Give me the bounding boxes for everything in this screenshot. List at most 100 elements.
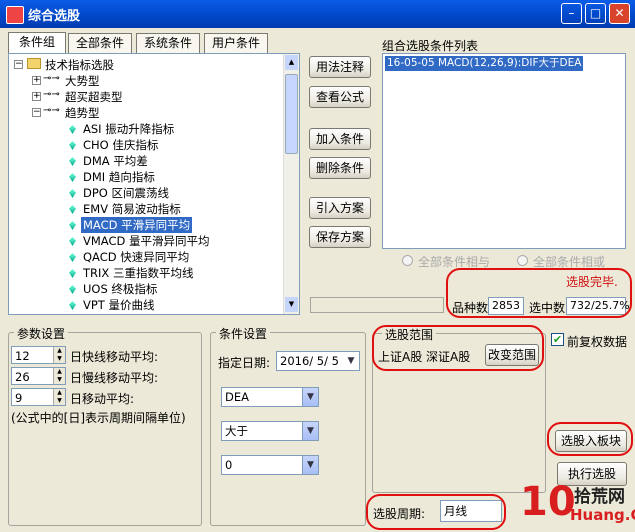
minimize-button[interactable]: – [561, 3, 582, 24]
collapse-icon[interactable]: − [14, 60, 23, 69]
chevron-down-icon[interactable]: ▼ [302, 388, 318, 406]
value-select[interactable]: 0 ▼ [221, 455, 319, 475]
tree-item[interactable]: ASI 振动升降指标 [83, 121, 174, 137]
indicator-tree[interactable]: − 技术指标选股 + ⊸⊸ 大势型 + ⊸⊸ 超买超卖型 − ⊸⊸ 趋势型 AS… [8, 53, 300, 315]
fast-ma-value: 12 [15, 349, 30, 363]
restore-label: 前复权数据 [567, 335, 628, 349]
slow-ma-value: 26 [15, 370, 30, 384]
add-condition-button[interactable]: 加入条件 [309, 128, 371, 150]
tab-all-conditions[interactable]: 全部条件 [68, 33, 132, 53]
line-value: DEA [225, 390, 249, 404]
date-label: 指定日期: [218, 356, 271, 370]
spin-icon[interactable]: ▲ ▼ [53, 389, 65, 405]
save-scheme-button[interactable]: 保存方案 [309, 226, 371, 248]
operator-select[interactable]: 大于 ▼ [221, 421, 319, 441]
tree-group-dashi[interactable]: 大势型 [65, 73, 100, 89]
usage-notes-button[interactable]: 用法注释 [309, 56, 371, 78]
node-icon: ⊸⊸ [43, 73, 60, 84]
scroll-up-icon[interactable]: ▲ [285, 55, 298, 70]
tab-user-conditions[interactable]: 用户条件 [204, 33, 268, 53]
tree-item[interactable]: EMV 简易波动指标 [83, 201, 181, 217]
tree-item[interactable]: TRIX 三重指数平均线 [83, 265, 193, 281]
view-formula-button[interactable]: 查看公式 [309, 86, 371, 108]
expand-icon[interactable]: + [32, 76, 41, 85]
tree-item[interactable]: VMACD 量平滑异同平均 [83, 233, 210, 249]
value-value: 0 [225, 458, 233, 472]
watermark-number: 10 [520, 479, 576, 525]
tree-item-selected[interactable]: MACD 平滑异同平均 [81, 217, 193, 233]
tree-item[interactable]: UOS 终极指标 [83, 281, 157, 297]
indicator-icon [69, 301, 76, 310]
maximize-button[interactable]: □ [585, 3, 606, 24]
slow-ma-label: 日慢线移动平均: [70, 371, 159, 385]
title-bar: 综合选股 – □ ✕ [0, 0, 635, 28]
chevron-down-icon[interactable]: ▼ [302, 422, 318, 440]
tree-item[interactable]: DMA 平均差 [83, 153, 148, 169]
chevron-down-icon[interactable]: ▼ [302, 456, 318, 474]
highlight-range-oval [372, 325, 544, 371]
watermark-url: Huang.CN [570, 506, 635, 524]
tree-item[interactable]: VPT 量价曲线 [83, 297, 154, 313]
node-icon: ⊸⊸ [43, 89, 60, 100]
indicator-icon [69, 253, 76, 262]
indicator-icon [69, 269, 76, 278]
progress-bar [310, 297, 444, 313]
highlight-board-oval [547, 422, 633, 456]
indicator-icon [69, 125, 76, 134]
indicator-icon [69, 237, 76, 246]
indicator-icon [69, 157, 76, 166]
close-button[interactable]: ✕ [609, 3, 630, 24]
import-scheme-button[interactable]: 引入方案 [309, 197, 371, 219]
date-value: 2016/ 5/ 5 [280, 354, 339, 368]
operator-value: 大于 [225, 424, 248, 438]
fast-ma-label: 日快线移动平均: [70, 350, 159, 364]
folder-icon [27, 58, 41, 69]
slow-ma-input[interactable]: 26 ▲ ▼ [11, 367, 66, 385]
indicator-icon [69, 205, 76, 214]
indicator-icon [69, 285, 76, 294]
condition-list[interactable]: 16-05-05 MACD(12,26,9):DIF大于DEA [382, 53, 626, 249]
collapse-icon[interactable]: − [32, 108, 41, 117]
signal-ma-input[interactable]: 9 ▲ ▼ [11, 388, 66, 406]
restore-checkbox[interactable]: ✔ [551, 333, 564, 346]
tree-item[interactable]: DMI 趋向指标 [83, 169, 155, 185]
tab-condition-group[interactable]: 条件组 [8, 32, 66, 54]
indicator-icon [69, 189, 76, 198]
tab-system-conditions[interactable]: 系统条件 [136, 33, 200, 53]
watermark-logo: 10 拾荒网 Huang.CN [520, 478, 635, 532]
delete-condition-button[interactable]: 删除条件 [309, 157, 371, 179]
fast-ma-input[interactable]: 12 ▲ ▼ [11, 346, 66, 364]
all-or-radio[interactable] [517, 255, 528, 266]
indicator-icon [69, 221, 76, 230]
params-note: (公式中的[日]表示周期间隔单位) [11, 411, 186, 425]
signal-ma-value: 9 [15, 391, 23, 405]
tree-scrollbar[interactable]: ▲ ▼ [283, 54, 299, 314]
tree-item[interactable]: QACD 快速异同平均 [83, 249, 189, 265]
expand-icon[interactable]: + [32, 92, 41, 101]
all-and-radio[interactable] [402, 255, 413, 266]
cond-settings-title: 条件设置 [216, 325, 271, 342]
scroll-down-icon[interactable]: ▼ [285, 297, 298, 312]
indicator-icon [69, 173, 76, 182]
watermark-text: 拾荒网 [574, 487, 625, 507]
spin-icon[interactable]: ▲ ▼ [53, 368, 65, 384]
scroll-thumb[interactable] [285, 74, 298, 154]
tree-group-qushi[interactable]: 趋势型 [65, 105, 100, 121]
chevron-down-icon[interactable]: ▼ [343, 352, 359, 370]
condition-list-title: 组合选股条件列表 [382, 39, 479, 53]
app-icon [6, 6, 24, 24]
tree-group-chaomai[interactable]: 超买超卖型 [65, 89, 123, 105]
node-icon: ⊸⊸ [43, 105, 60, 116]
date-picker[interactable]: 2016/ 5/ 5 ▼ [276, 351, 360, 371]
signal-ma-label: 日移动平均: [70, 392, 135, 406]
tree-item[interactable]: DPO 区间震荡线 [83, 185, 169, 201]
tree-root-label[interactable]: 技术指标选股 [45, 57, 114, 73]
indicator-icon [69, 141, 76, 150]
spin-icon[interactable]: ▲ ▼ [53, 347, 65, 363]
highlight-period-oval [366, 494, 506, 530]
line-select[interactable]: DEA ▼ [221, 387, 319, 407]
highlight-status-oval [446, 268, 632, 318]
condition-list-item[interactable]: 16-05-05 MACD(12,26,9):DIF大于DEA [385, 56, 584, 71]
params-title: 参数设置 [14, 325, 69, 342]
tree-item[interactable]: CHO 佳庆指标 [83, 137, 158, 153]
